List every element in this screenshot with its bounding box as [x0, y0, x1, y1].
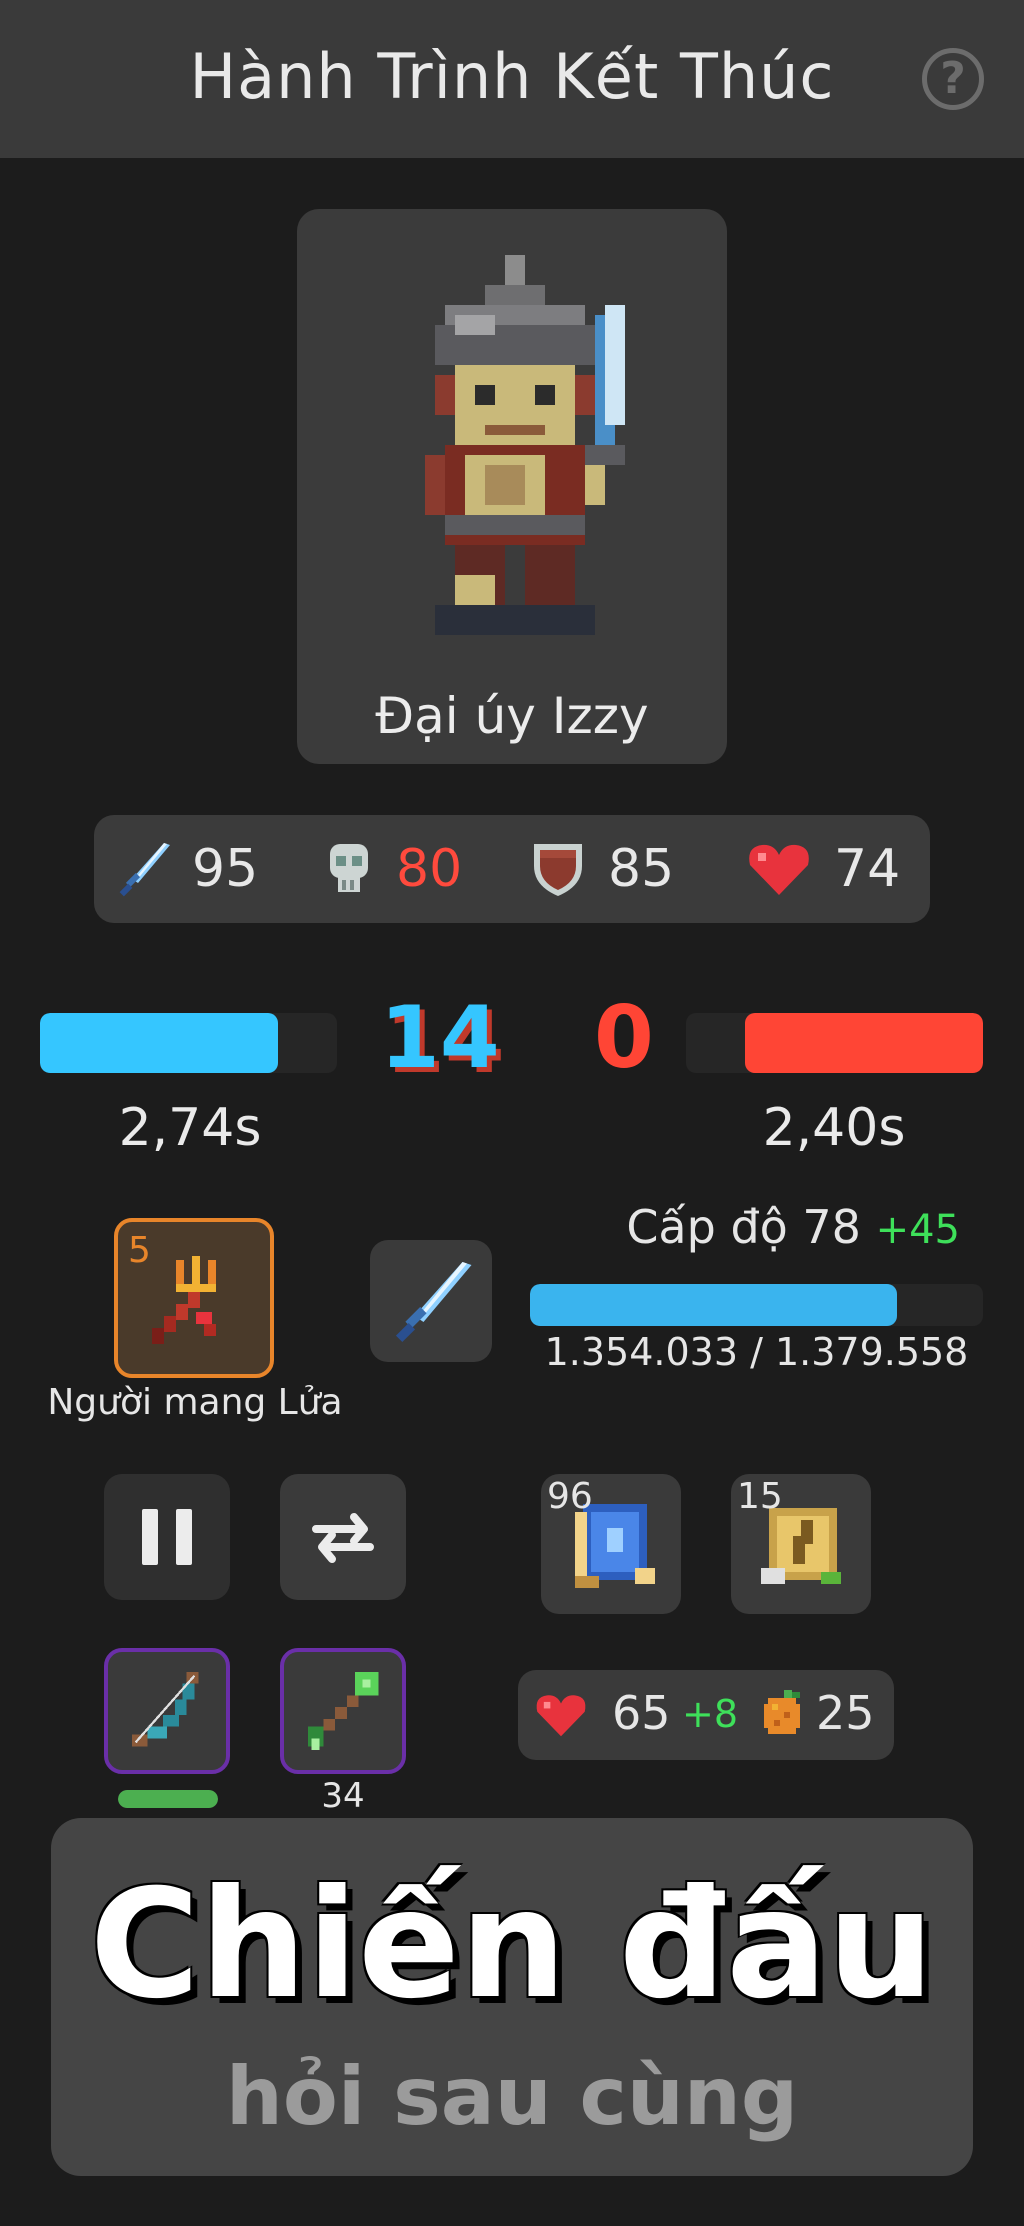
- level-bonus: +45: [875, 1207, 960, 1253]
- hero-sprite: [425, 255, 625, 635]
- green-arrow-icon: [307, 1671, 379, 1751]
- defense-value: 85: [608, 839, 675, 899]
- tome-slot[interactable]: 96: [541, 1474, 681, 1614]
- bow-icon: [131, 1671, 199, 1747]
- defense-stat: 85: [530, 815, 674, 923]
- swap-icon: [312, 1513, 374, 1563]
- player-attack-time: 2,74s: [118, 1098, 262, 1158]
- help-icon[interactable]: ?: [922, 48, 984, 110]
- weapon-name: Người mang Lửa: [47, 1382, 343, 1423]
- sword-icon: [119, 843, 170, 897]
- sword-icon: [395, 1262, 472, 1343]
- player-attack-bar: [40, 1013, 337, 1073]
- tome-count: 96: [547, 1476, 593, 1517]
- pause-icon: [142, 1509, 192, 1565]
- skull-stat: 80: [324, 815, 462, 923]
- swap-button[interactable]: [280, 1474, 406, 1600]
- scroll-count: 15: [737, 1476, 783, 1517]
- level-row: Cấp độ 78 +45: [560, 1200, 960, 1254]
- heart-icon: [536, 1695, 586, 1737]
- hero-portrait-card[interactable]: Đại úy Izzy: [297, 209, 727, 764]
- arrow-slot[interactable]: [280, 1648, 406, 1774]
- bow-durability-bar: [118, 1790, 218, 1808]
- hero-name: Đại úy Izzy: [375, 687, 649, 745]
- skull-value: 80: [396, 839, 463, 899]
- scroll-slot[interactable]: 15: [731, 1474, 871, 1614]
- shield-icon: [534, 844, 582, 896]
- attack-value: 95: [192, 839, 259, 899]
- arrow-count: 34: [321, 1776, 365, 1816]
- attack-stat: 95: [116, 815, 258, 923]
- hearts-bonus: +8: [682, 1692, 739, 1736]
- stats-panel: 95 80 85 74: [94, 815, 930, 923]
- enemy-attack-time: 2,40s: [762, 1098, 906, 1158]
- bow-durability-fill: [118, 1790, 218, 1808]
- player-attack-bar-fill: [40, 1013, 278, 1073]
- weapon-slot[interactable]: 5: [114, 1218, 274, 1378]
- header-bar: Hành Trình Kết Thúc ?: [0, 0, 1024, 158]
- health-stat: 74: [746, 815, 900, 923]
- player-score: 14: [380, 988, 500, 1088]
- health-value: 74: [834, 839, 901, 899]
- fruit-icon: [764, 1690, 800, 1734]
- xp-bar-fill: [530, 1284, 897, 1326]
- page-title: Hành Trình Kết Thúc: [189, 40, 835, 113]
- heart-icon: [749, 844, 809, 895]
- level-label: Cấp độ 78: [626, 1200, 861, 1254]
- fruit-value: 25: [816, 1686, 875, 1740]
- skull-icon: [330, 844, 368, 892]
- xp-text: 1.354.033 / 1.379.558: [544, 1330, 969, 1374]
- hearts-value: 65: [612, 1686, 671, 1740]
- bow-slot[interactable]: [104, 1648, 230, 1774]
- enemy-attack-bar-fill: [745, 1013, 983, 1073]
- resources-panel: 65 +8 25: [518, 1670, 894, 1760]
- enemy-score: 0: [594, 988, 654, 1088]
- battle-button-subtitle: hỏi sau cùng: [225, 2050, 799, 2143]
- xp-bar: [530, 1284, 983, 1326]
- fire-trident-icon: [152, 1256, 216, 1344]
- class-slot[interactable]: [370, 1240, 492, 1362]
- pause-button[interactable]: [104, 1474, 230, 1600]
- enemy-attack-bar: [686, 1013, 983, 1073]
- battle-button-title: Chiến đấu: [89, 1858, 935, 2032]
- battle-button[interactable]: Chiến đấu hỏi sau cùng: [51, 1818, 973, 2176]
